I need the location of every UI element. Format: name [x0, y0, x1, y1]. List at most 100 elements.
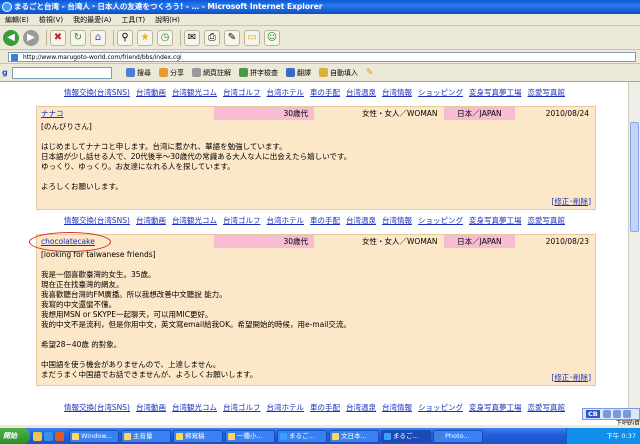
clock[interactable]: 下午 0:37 — [606, 432, 636, 440]
nav-link[interactable]: ショッピング — [418, 88, 463, 97]
entry-age: 30歳代 — [214, 107, 314, 120]
history-icon[interactable]: ◷ — [157, 29, 173, 46]
entry-body: [のんびりさん] はじめましてナナコと申します。台湾に惹かれ、華語を勉強していま… — [37, 120, 595, 194]
entry-country: 日本／JAPAN — [443, 107, 516, 120]
nav-link[interactable]: 車の手配 — [310, 403, 340, 412]
nav-link[interactable]: 台湾観光コム — [172, 403, 217, 412]
mail-icon[interactable]: ✉ — [184, 29, 200, 46]
google-share-button[interactable]: 分享 — [159, 68, 184, 78]
nav-link[interactable]: 台湾情報 — [382, 403, 412, 412]
taskbar-item[interactable]: 郵寫稿 — [173, 429, 223, 443]
nav-link[interactable]: ショッピング — [418, 216, 463, 225]
ie-icon — [280, 432, 287, 440]
window-icon — [72, 432, 79, 440]
nav-link[interactable]: 変身写真夢工場 — [469, 216, 522, 225]
nav-link[interactable]: 台湾ホテル — [266, 88, 304, 97]
menu-favorites[interactable]: 我的最愛(A) — [68, 14, 116, 26]
nav-link[interactable]: 情報交換(台湾SNS) — [64, 216, 130, 225]
ime-mode-icon[interactable] — [602, 410, 611, 418]
ie-launch-icon[interactable] — [44, 431, 53, 441]
google-search-button[interactable]: 搜尋 — [126, 68, 151, 78]
nav-link[interactable]: 恋愛写真館 — [527, 216, 565, 225]
media-icon[interactable] — [55, 431, 64, 441]
taskbar-item[interactable]: 主音量 — [121, 429, 171, 443]
entry-name-link[interactable]: ナナコ — [41, 109, 64, 118]
print-icon[interactable]: ⎙ — [204, 29, 220, 46]
google-spellcheck-button[interactable]: 拼字檢查 — [239, 68, 278, 78]
nav-link[interactable]: 変身写真夢工場 — [469, 88, 522, 97]
messenger-icon[interactable]: ☺ — [264, 29, 280, 46]
nav-link[interactable]: 台湾動画 — [136, 216, 166, 225]
nav-link[interactable]: 台湾情報 — [382, 216, 412, 225]
menu-bar: 編輯(E) 檢視(V) 我的最愛(A) 工具(T) 說明(H) — [0, 14, 640, 26]
refresh-icon[interactable]: ↻ — [70, 29, 86, 46]
entry-line: ゆっくり、ゆっくり。お友達になれる人を探しています。 — [41, 162, 235, 171]
notebook-icon — [192, 68, 201, 77]
search-icon[interactable]: ⚲ — [117, 29, 133, 46]
taskbar-item-active[interactable]: まるご... — [381, 429, 431, 443]
google-search-input[interactable] — [12, 66, 112, 79]
nav-link[interactable]: 台湾ホテル — [266, 403, 304, 412]
menu-help[interactable]: 說明(H) — [150, 14, 185, 26]
menu-tools[interactable]: 工具(T) — [116, 14, 150, 26]
vertical-scrollbar[interactable] — [628, 82, 640, 425]
taskbar-item[interactable]: 一種小... — [225, 429, 275, 443]
pencil-icon[interactable]: ✎ — [366, 68, 374, 78]
taskbar-item[interactable]: Window... — [69, 429, 119, 443]
ime-help-icon[interactable] — [622, 410, 631, 418]
nav-link[interactable]: 台湾ゴルフ — [223, 216, 261, 225]
nav-link[interactable]: 台湾観光コム — [172, 216, 217, 225]
share-icon — [159, 68, 168, 77]
folder-icon — [228, 432, 235, 440]
entry-country: 日本／JAPAN — [443, 235, 516, 248]
ime-settings-icon[interactable] — [612, 410, 621, 418]
nav-link[interactable]: 台湾温泉 — [346, 216, 376, 225]
nav-link[interactable]: 情報交換(台湾SNS) — [64, 403, 130, 412]
address-bar: http://www.marugoto-world.com/friend/bbs… — [0, 50, 640, 64]
entry-line: 我的中文不是流利，但是你用中文，英文寫email給我OK。希望開始的時候，用e-… — [41, 320, 351, 329]
nav-link[interactable]: 台湾情報 — [382, 88, 412, 97]
taskbar-item[interactable]: まるご... — [277, 429, 327, 443]
window-title: まるごと台湾 - 台湾人・日本人の友達をつくろう! - … - Microsof… — [14, 2, 323, 11]
taskbar-item[interactable]: Photo... — [433, 429, 483, 443]
toolbar-divider — [180, 29, 181, 46]
nav-link[interactable]: 台湾観光コム — [172, 88, 217, 97]
entry-line: 我寫的中文還蠻不懂。 — [41, 300, 116, 309]
favorites-star-icon[interactable]: ★ — [137, 29, 153, 46]
scrollbar-thumb[interactable] — [630, 122, 639, 232]
folder-icon[interactable]: ▭ — [244, 29, 260, 46]
google-translate-button[interactable]: 翻譯 — [286, 68, 311, 78]
nav-link[interactable]: 変身写真夢工場 — [469, 403, 522, 412]
start-button[interactable]: 開始 — [0, 428, 30, 444]
nav-link[interactable]: 車の手配 — [310, 88, 340, 97]
nav-link[interactable]: 恋愛写真館 — [527, 88, 565, 97]
mail-icon — [176, 432, 183, 440]
nav-link[interactable]: 台湾温泉 — [346, 403, 376, 412]
nav-link[interactable]: 台湾ホテル — [266, 216, 304, 225]
address-input[interactable]: http://www.marugoto-world.com/friend/bbs… — [8, 52, 636, 62]
nav-link[interactable]: 台湾ゴルフ — [223, 403, 261, 412]
nav-link[interactable]: 車の手配 — [310, 216, 340, 225]
nav-link[interactable]: 台湾ゴルフ — [223, 88, 261, 97]
google-autofill-button[interactable]: 自動填入 — [319, 68, 358, 78]
edit-delete-link[interactable]: 修正･削除 — [554, 373, 588, 382]
nav-link[interactable]: 情報交換(台湾SNS) — [64, 88, 130, 97]
desktop-icon[interactable] — [33, 431, 42, 441]
input-language-code[interactable]: CB — [586, 410, 600, 418]
stop-icon[interactable]: ✖ — [50, 29, 66, 46]
nav-link[interactable]: 台湾動画 — [136, 88, 166, 97]
edit-delete-link[interactable]: 修正･削除 — [554, 197, 588, 206]
forward-icon[interactable]: ▶ — [23, 29, 39, 46]
nav-link[interactable]: 台湾動画 — [136, 403, 166, 412]
nav-link[interactable]: 恋愛写真館 — [527, 403, 565, 412]
nav-link[interactable]: 台湾温泉 — [346, 88, 376, 97]
nav-link[interactable]: ショッピング — [418, 403, 463, 412]
home-icon[interactable]: ⌂ — [90, 29, 106, 46]
entry-line: まだうまく中国語でお話できませんが、よろしくお願いします。 — [41, 370, 258, 379]
taskbar-item[interactable]: 文日本... — [329, 429, 379, 443]
edit-icon[interactable]: ✎ — [224, 29, 240, 46]
menu-edit[interactable]: 編輯(E) — [0, 14, 34, 26]
back-icon[interactable]: ◀ — [3, 29, 19, 46]
google-notes-button[interactable]: 網頁註解 — [192, 68, 231, 78]
menu-view[interactable]: 檢視(V) — [34, 14, 68, 26]
